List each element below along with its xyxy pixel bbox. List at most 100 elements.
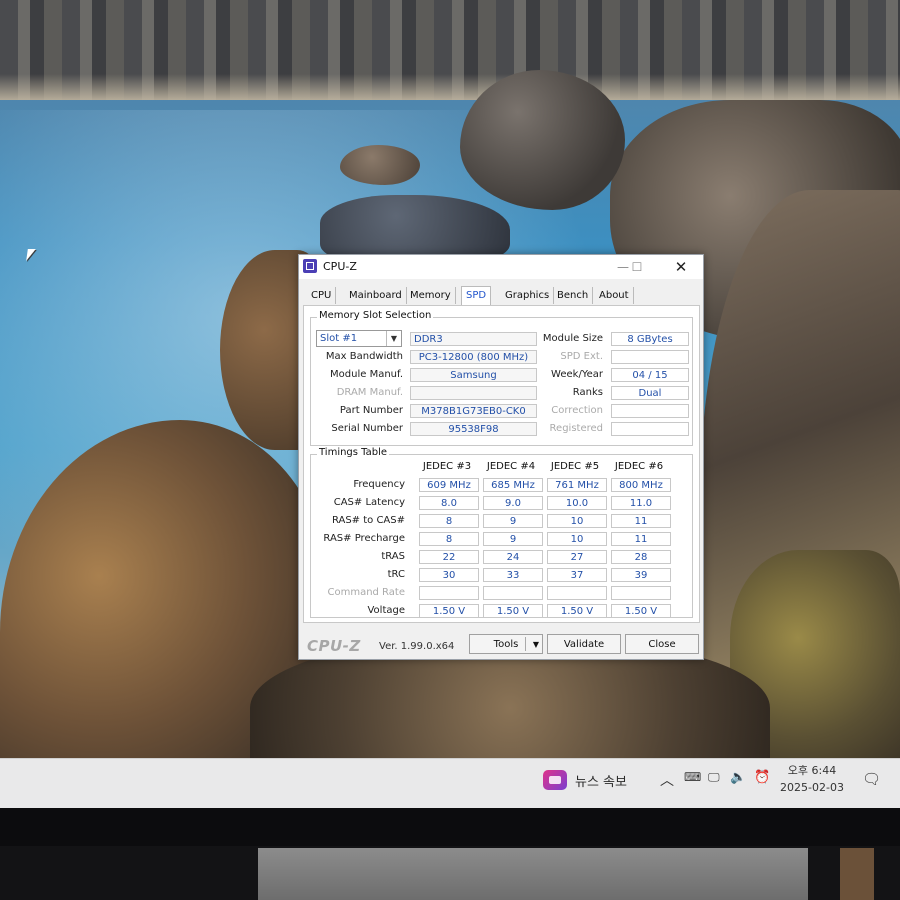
tab-about[interactable]: About: [595, 287, 634, 304]
max-bandwidth-label: Max Bandwidth: [325, 351, 403, 362]
monitor-stand: [258, 848, 808, 900]
timings-column-header: JEDEC #4: [486, 461, 536, 472]
timings-cell: 39: [611, 568, 671, 582]
timings-cell: 10: [547, 532, 607, 546]
tab-mainboard[interactable]: Mainboard: [345, 287, 407, 304]
cpuz-app-icon: [303, 259, 317, 273]
tools-button[interactable]: Tools ▼: [469, 634, 543, 654]
title-bar[interactable]: CPU-Z — ☐ ✕: [299, 255, 703, 279]
timings-row-label: Command Rate: [327, 587, 405, 598]
wallpaper-rock: [460, 70, 625, 210]
timings-cell: 10.0: [547, 496, 607, 510]
spd-ext-field: [611, 350, 689, 364]
timings-group: Timings Table JEDEC #3 JEDEC #4 JEDEC #5…: [310, 447, 693, 618]
serial-number-field: 95538F98: [410, 422, 537, 436]
tab-bench[interactable]: Bench: [553, 287, 594, 304]
clock-time: 오후 6:44: [787, 764, 837, 777]
desk-object: [840, 848, 874, 900]
tab-graphics[interactable]: Graphics: [501, 287, 555, 304]
slot-selection-group: Memory Slot Selection Slot #1 ▼ DDR3 Mod…: [310, 310, 693, 446]
timings-cell: [611, 586, 671, 600]
timings-cell: 33: [483, 568, 543, 582]
timings-cell: 761 MHz: [547, 478, 607, 492]
news-widget-label[interactable]: 뉴스 속보: [575, 771, 627, 790]
timings-cell: 8: [419, 532, 479, 546]
maximize-button[interactable]: ☐: [617, 257, 657, 277]
tab-memory[interactable]: Memory: [406, 287, 456, 304]
mouse-cursor-icon: [26, 249, 36, 261]
timings-cell: 9: [483, 532, 543, 546]
keyboard-icon[interactable]: ⌨: [684, 770, 701, 784]
timings-cell: 8: [419, 514, 479, 528]
timings-column-header: JEDEC #3: [422, 461, 472, 472]
timings-cell: 8.0: [419, 496, 479, 510]
slot-select[interactable]: Slot #1 ▼: [316, 330, 402, 347]
timings-cell: 10: [547, 514, 607, 528]
speaker-icon[interactable]: 🔈: [730, 770, 746, 785]
timings-cell: 37: [547, 568, 607, 582]
week-year-label: Week/Year: [551, 369, 603, 380]
memory-type-field: DDR3: [410, 332, 537, 346]
slot-select-value: Slot #1: [320, 333, 358, 344]
timings-row-label: RAS# to CAS#: [331, 515, 405, 526]
module-manuf-field: Samsung: [410, 368, 537, 382]
tab-spd[interactable]: SPD: [461, 286, 492, 306]
spd-panel: Memory Slot Selection Slot #1 ▼ DDR3 Mod…: [303, 305, 700, 623]
window-title: CPU-Z: [323, 260, 357, 273]
timings-cell: 800 MHz: [611, 478, 671, 492]
part-number-field: M378B1G73EB0-CK0: [410, 404, 537, 418]
timings-cell: 30: [419, 568, 479, 582]
correction-field: [611, 404, 689, 418]
timings-cell: 11: [611, 532, 671, 546]
wallpaper-cliff: [0, 0, 900, 100]
registered-field: [611, 422, 689, 436]
timings-cell: 27: [547, 550, 607, 564]
chevron-up-icon[interactable]: ︿: [660, 770, 674, 790]
ranks-field: Dual: [611, 386, 689, 400]
notification-icon[interactable]: 🗨: [862, 770, 881, 788]
chevron-down-icon: ▼: [386, 331, 401, 346]
timings-cell: 28: [611, 550, 671, 564]
close-button[interactable]: Close: [625, 634, 699, 654]
timings-column-header: JEDEC #6: [614, 461, 664, 472]
dram-manuf-field: [410, 386, 537, 400]
alarm-icon[interactable]: ⏰: [754, 770, 770, 785]
timings-cell: 1.50 V: [611, 604, 671, 618]
module-size-field: 8 GBytes: [611, 332, 689, 346]
timings-column-header: JEDEC #5: [550, 461, 600, 472]
timings-cell: 1.50 V: [483, 604, 543, 618]
taskbar-clock[interactable]: 오후 6:44 2025-02-03: [776, 762, 848, 796]
part-number-label: Part Number: [339, 405, 403, 416]
timings-cell: 22: [419, 550, 479, 564]
timings-row-label: CAS# Latency: [333, 497, 405, 508]
timings-row-label: tRC: [387, 569, 405, 580]
timings-cell: 1.50 V: [547, 604, 607, 618]
timings-row-label: RAS# Precharge: [323, 533, 405, 544]
timings-cell: 11.0: [611, 496, 671, 510]
tools-button-label: Tools: [493, 639, 519, 650]
timings-cell: [419, 586, 479, 600]
cpuz-logo: CPU-Z: [307, 637, 361, 655]
validate-button[interactable]: Validate: [547, 634, 621, 654]
ranks-label: Ranks: [572, 387, 603, 398]
timings-cell: 24: [483, 550, 543, 564]
wallpaper-rock: [340, 145, 420, 185]
tab-cpu[interactable]: CPU: [307, 287, 337, 304]
timings-cell: 11: [611, 514, 671, 528]
max-bandwidth-field: PC3-12800 (800 MHz): [410, 350, 537, 364]
timings-heading: Timings Table: [317, 447, 390, 458]
timings-cell: 9: [483, 514, 543, 528]
timings-cell: 685 MHz: [483, 478, 543, 492]
timings-row-label: Frequency: [353, 479, 405, 490]
cpuz-window: CPU-Z — ☐ ✕ CPU Mainboard Memory SPD Gra…: [298, 254, 704, 660]
version-text: Ver. 1.99.0.x64: [379, 641, 455, 652]
registered-label: Registered: [549, 423, 603, 434]
footer-bar: CPU-Z Ver. 1.99.0.x64 Tools ▼ Validate C…: [299, 625, 703, 659]
close-window-button[interactable]: ✕: [661, 257, 701, 277]
slot-selection-heading: Memory Slot Selection: [317, 310, 434, 321]
network-icon[interactable]: 🖵: [708, 770, 720, 785]
news-widget-icon[interactable]: [543, 770, 567, 790]
clock-date: 2025-02-03: [780, 781, 844, 794]
module-manuf-label: Module Manuf.: [330, 369, 403, 380]
serial-number-label: Serial Number: [331, 423, 403, 434]
